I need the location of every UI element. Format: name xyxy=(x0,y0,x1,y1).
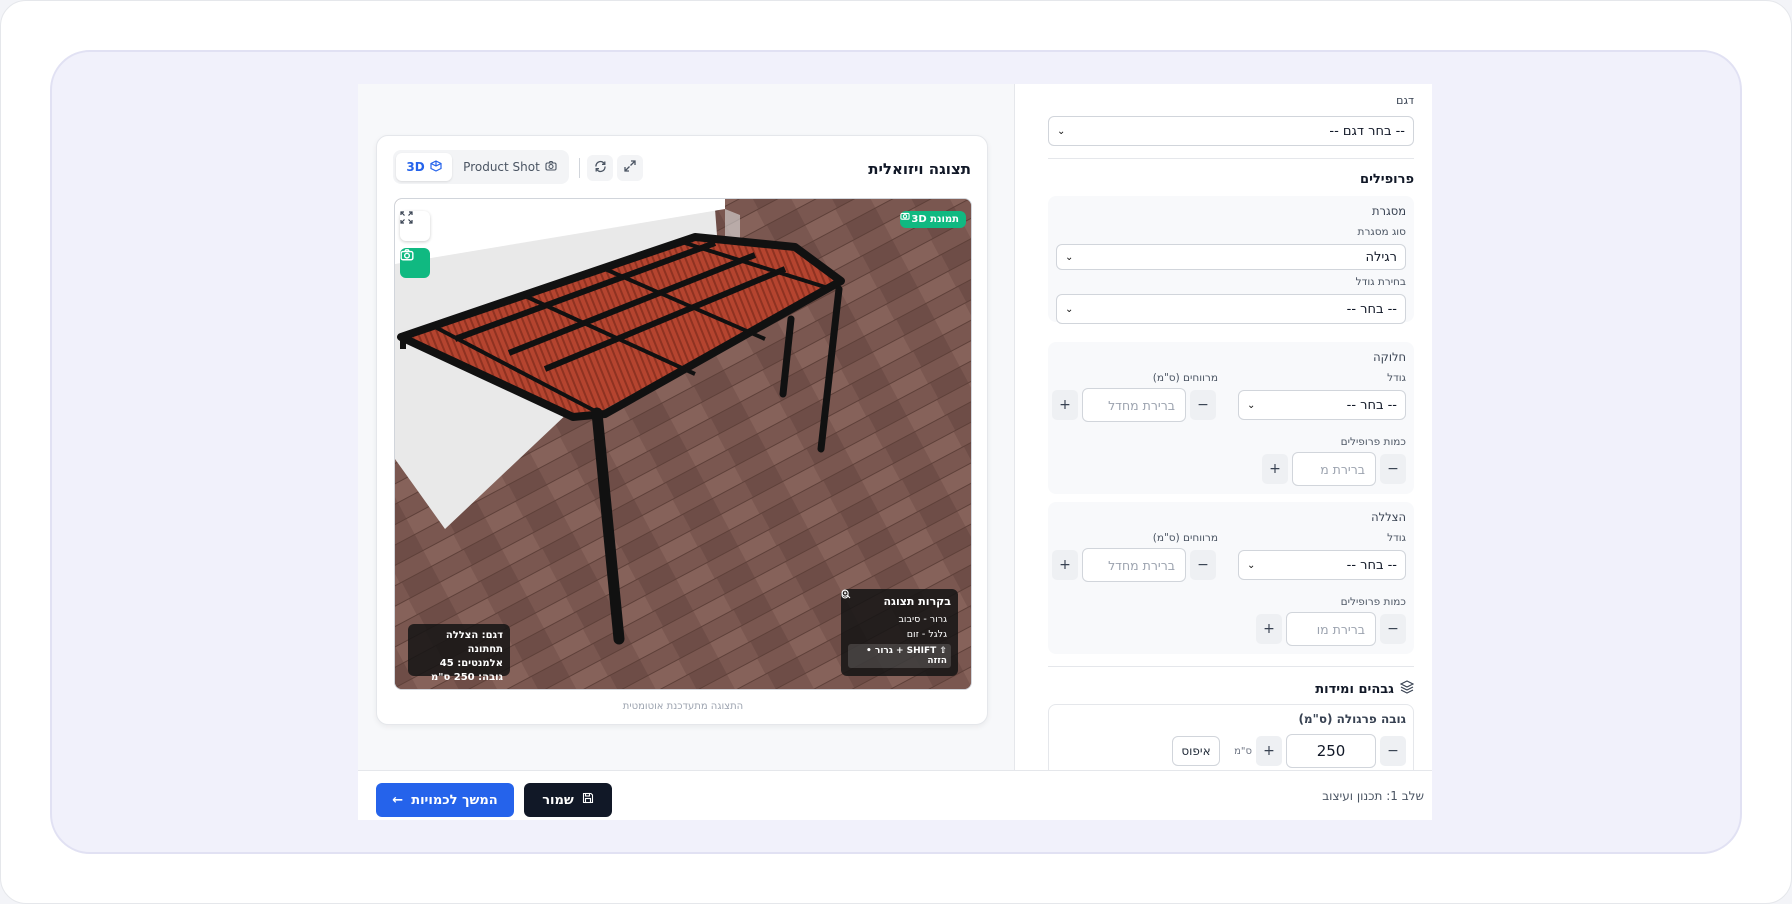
continue-label: המשך לכמויות xyxy=(411,792,498,808)
tab-3d-label: 3D xyxy=(406,160,425,174)
expand-button[interactable] xyxy=(617,155,643,181)
pergola-height-label: גובה פרגולה (ס"מ) xyxy=(1298,712,1406,726)
frame-label: מסגרת xyxy=(1371,204,1406,218)
divider-size-label: גודל xyxy=(1387,372,1406,384)
dimensions-title: גבהים ומידות xyxy=(1315,680,1415,698)
visualization-title: תצוגה ויזואלית xyxy=(868,160,971,178)
frame-type-select[interactable]: רגילה ⌄ xyxy=(1056,244,1406,270)
frame-type-label: סוג מסגרת xyxy=(1357,226,1406,238)
divider-size-select[interactable]: -- בחר -- ⌄ xyxy=(1238,390,1406,420)
step-indicator: שלב 1: תכנון ועיצוב xyxy=(1322,789,1424,803)
view-controls-panel: בקרות תצוגה גרור - סיבוב גלגל - זום ⇧ SH… xyxy=(841,589,958,676)
divider-count-minus-button[interactable]: − xyxy=(1380,454,1406,484)
shading-gap-input[interactable]: ברירת מחדל xyxy=(1082,548,1186,582)
divider xyxy=(1048,158,1414,159)
divider-gap-label: מרווחים (ס"מ) xyxy=(1152,372,1218,384)
toolbar-divider xyxy=(579,158,580,178)
shift-arrow-icon: ⇧ xyxy=(939,646,947,656)
expand-icon xyxy=(624,160,636,176)
footer-bar: שלב 1: תכנון ועיצוב שמור המשך לכמויות ← xyxy=(358,770,1432,820)
chevron-down-icon: ⌄ xyxy=(1065,251,1074,263)
refresh-button[interactable] xyxy=(587,155,613,181)
info-elements: אלמנטים: 45 xyxy=(439,658,503,669)
visualization-card: תצוגה ויזואלית 3D Product Shot תמונת 3D … xyxy=(376,135,988,725)
3d-image-badge: תמונת 3D xyxy=(900,211,966,228)
divider-gap-minus-button[interactable]: − xyxy=(1190,390,1216,420)
pergola-height-plus-button[interactable]: + xyxy=(1256,736,1282,766)
unit-label: ס"מ xyxy=(1234,746,1252,757)
reset-button[interactable]: איפוס xyxy=(1172,736,1220,766)
controls-zoom: גלגל - זום xyxy=(841,589,951,640)
shading-size-value: -- בחר -- xyxy=(1346,557,1397,573)
model-select-value: -- בחר דגם -- xyxy=(1329,123,1405,139)
controls-title: בקרות תצוגה xyxy=(883,595,952,608)
shading-size-select[interactable]: -- בחר -- ⌄ xyxy=(1238,550,1406,580)
layers-icon xyxy=(1399,680,1415,698)
controls-shift-label: SHIFT + גרור • הזזה xyxy=(866,646,947,666)
shading-count-input[interactable]: ברירת מו xyxy=(1286,612,1376,646)
cube-icon xyxy=(430,159,442,175)
controls-drag: גרור - סיבוב xyxy=(841,589,951,625)
arrow-left-icon: ← xyxy=(392,792,404,808)
controls-shift: ⇧ SHIFT + גרור • הזזה xyxy=(848,644,951,668)
save-icon xyxy=(582,792,594,808)
camera-icon xyxy=(545,160,557,174)
tab-product-shot[interactable]: Product Shot xyxy=(455,153,565,181)
save-button[interactable]: שמור xyxy=(524,783,612,817)
frame-size-label: בחירת גודל xyxy=(1355,276,1406,288)
chevron-down-icon: ⌄ xyxy=(1065,303,1074,315)
controls-zoom-label: גלגל - זום xyxy=(906,629,947,640)
controls-drag-label: גרור - סיבוב xyxy=(898,614,947,625)
pergola-height-minus-button[interactable]: − xyxy=(1380,736,1406,766)
shading-gap-plus-button[interactable]: + xyxy=(1052,550,1078,580)
shading-count-plus-button[interactable]: + xyxy=(1256,614,1282,644)
view-mode-tabs: 3D Product Shot xyxy=(393,150,569,184)
shading-label: הצללה xyxy=(1371,510,1406,524)
shading-size-label: גודל xyxy=(1387,532,1406,544)
divider xyxy=(1048,666,1414,667)
info-model: דגם: הצללה תחתונה xyxy=(445,630,503,655)
shading-gap-minus-button[interactable]: − xyxy=(1190,550,1216,580)
config-panel[interactable]: דגם -- בחר דגם -- ⌄ פרופילים מסגרת סוג מ… xyxy=(1014,84,1432,770)
screenshot-button[interactable] xyxy=(400,248,430,278)
shading-count-label: כמות פרופילים xyxy=(1340,596,1406,608)
divider-size-value: -- בחר -- xyxy=(1346,397,1397,413)
tab-product-shot-label: Product Shot xyxy=(463,160,540,174)
auto-update-caption: התצוגה מתעדכנת אוטומטית xyxy=(622,701,744,712)
divider-count-label: כמות פרופילים xyxy=(1340,436,1406,448)
chevron-down-icon: ⌄ xyxy=(1247,399,1256,411)
fullscreen-button[interactable] xyxy=(400,211,430,241)
shading-count-minus-button[interactable]: − xyxy=(1380,614,1406,644)
chevron-down-icon: ⌄ xyxy=(1247,559,1256,571)
shading-gap-label: מרווחים (ס"מ) xyxy=(1152,532,1218,544)
save-label: שמור xyxy=(542,792,574,808)
model-select[interactable]: -- בחר דגם -- ⌄ xyxy=(1048,116,1414,146)
divider-count-plus-button[interactable]: + xyxy=(1262,454,1288,484)
3d-viewport[interactable]: תמונת 3D בקרות תצוגה גרור - סיבוב גלגל -… xyxy=(394,198,972,690)
model-info-panel: דגם: הצללה תחתונה אלמנטים: 45 גובה: 250 … xyxy=(408,624,510,683)
divider-count-input[interactable]: ברירת מ xyxy=(1292,452,1376,486)
frame-type-value: רגילה xyxy=(1365,249,1397,265)
profiles-title: פרופילים xyxy=(1360,172,1414,187)
divider-gap-input[interactable]: ברירת מחדל xyxy=(1082,388,1186,422)
badge-label: תמונת 3D xyxy=(911,214,959,225)
model-label: דגם xyxy=(1396,94,1414,107)
app-window: תצוגה ויזואלית 3D Product Shot תמונת 3D … xyxy=(358,84,1432,820)
refresh-icon xyxy=(594,160,607,177)
pergola-height-input[interactable]: 250 xyxy=(1286,734,1376,768)
frame-size-select[interactable]: -- בחר -- ⌄ xyxy=(1056,294,1406,324)
tab-3d[interactable]: 3D xyxy=(396,153,452,181)
dimensions-title-label: גבהים ומידות xyxy=(1315,681,1394,697)
divider-gap-plus-button[interactable]: + xyxy=(1052,390,1078,420)
visualization-area: תצוגה ויזואלית 3D Product Shot תמונת 3D … xyxy=(358,84,1014,770)
continue-button[interactable]: המשך לכמויות ← xyxy=(376,783,514,817)
frame-size-value: -- בחר -- xyxy=(1346,301,1397,317)
info-height: גובה: 250 ס"מ xyxy=(431,672,503,683)
divider-label: חלוקה xyxy=(1373,350,1406,364)
chevron-down-icon: ⌄ xyxy=(1057,125,1066,137)
